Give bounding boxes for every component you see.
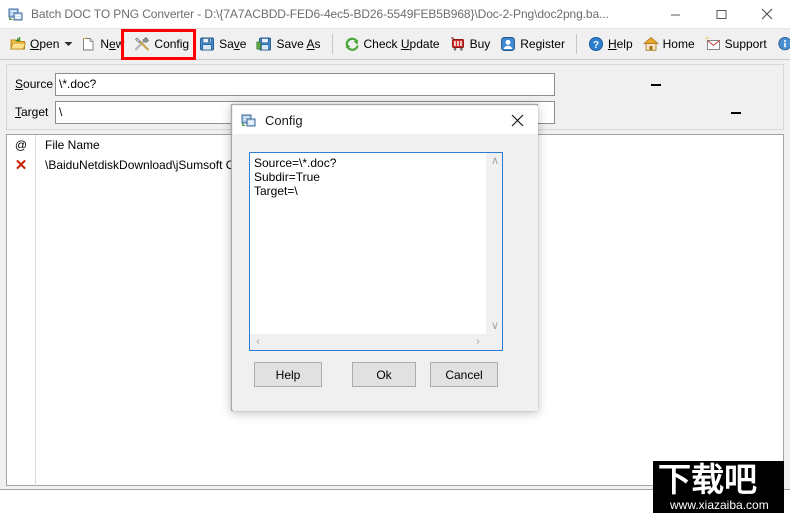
toolbar-button-support[interactable]: Support <box>700 32 772 56</box>
toolbar-label-register: Register <box>520 37 565 51</box>
toolbar-label-buy: Buy <box>469 37 491 51</box>
tools-icon <box>134 36 150 52</box>
toolbar: Open New Config Save Save As Check Updat… <box>0 29 790 60</box>
toolbar-separator-2 <box>575 34 577 54</box>
toolbar-button-save-as[interactable]: Save As <box>251 32 325 56</box>
source-row: Source <box>7 72 555 96</box>
watermark: 下载吧 www.xiazaiba.com <box>653 461 784 513</box>
config-memo-field[interactable]: Source=\*.doc? Subdir=True Target=\ ∧ ∨ … <box>249 152 503 351</box>
app-icon <box>8 6 24 22</box>
refresh-icon <box>344 36 360 52</box>
toolbar-button-config[interactable]: Config <box>129 32 194 56</box>
question-icon: ? <box>588 36 604 52</box>
toolbar-label-open: Open <box>30 37 60 51</box>
new-file-icon <box>80 36 96 52</box>
toolbar-label-config: Config <box>154 37 190 51</box>
mail-icon <box>705 36 721 52</box>
scroll-right-icon[interactable]: › <box>470 334 486 350</box>
list-column-divider <box>35 135 36 487</box>
toolbar-label-check-update: Check Update <box>363 37 440 51</box>
config-dialog-buttons: Help Ok Cancel <box>233 362 538 388</box>
source-label: Source <box>15 77 54 91</box>
memo-horizontal-scrollbar[interactable]: ‹ › <box>250 334 486 350</box>
scroll-left-icon[interactable]: ‹ <box>250 334 266 350</box>
memo-vertical-scrollbar[interactable]: ∧ ∨ <box>486 153 502 334</box>
app-icon <box>241 112 257 128</box>
config-dialog: Config Source=\*.doc? Subdir=True Target… <box>231 104 538 411</box>
toolbar-button-help[interactable]: ? Help <box>583 32 638 56</box>
scrollbar-corner <box>486 334 502 350</box>
toolbar-label-save-as: Save As <box>276 37 321 51</box>
toolbar-label-help: Help <box>607 37 633 51</box>
house-icon <box>642 36 659 52</box>
toolbar-button-check-update[interactable]: Check Update <box>339 32 445 56</box>
target-browse-indicator[interactable] <box>731 112 741 114</box>
config-dialog-title: Config <box>265 112 303 128</box>
target-label: Target <box>15 105 49 119</box>
toolbar-button-save[interactable]: Save <box>194 32 251 56</box>
scroll-down-icon[interactable]: ∨ <box>487 318 503 334</box>
svg-text:?: ? <box>593 40 599 51</box>
config-dialog-titlebar: Config <box>233 106 538 134</box>
toolbar-label-new: New <box>100 37 125 51</box>
key-icon <box>500 36 516 52</box>
toolbar-separator-1 <box>331 34 333 54</box>
toolbar-button-register[interactable]: Register <box>495 32 570 56</box>
app-root: Batch DOC TO PNG Converter - D:\{7A7ACBD… <box>0 0 790 514</box>
config-dialog-close-icon[interactable] <box>496 106 538 134</box>
source-input[interactable] <box>55 72 555 96</box>
floppy-as-icon <box>256 36 272 52</box>
window-controls <box>652 0 790 29</box>
toolbar-button-about[interactable]: About <box>772 32 790 56</box>
config-dialog-body: Source=\*.doc? Subdir=True Target=\ ∧ ∨ … <box>233 134 538 411</box>
open-folder-icon <box>10 36 26 52</box>
help-button[interactable]: Help <box>254 362 322 387</box>
maximize-button[interactable] <box>698 0 744 29</box>
minimize-button[interactable] <box>652 0 698 29</box>
config-memo-text: Source=\*.doc? Subdir=True Target=\ <box>254 156 337 198</box>
info-icon <box>777 36 790 52</box>
row-status-icon: ✕ <box>14 157 28 174</box>
source-browse-indicator[interactable] <box>651 84 661 86</box>
ok-button[interactable]: Ok <box>352 362 416 387</box>
toolbar-button-new[interactable]: New <box>75 32 129 56</box>
scroll-up-icon[interactable]: ∧ <box>487 153 503 169</box>
toolbar-label-support: Support <box>724 37 767 51</box>
watermark-logo-text: 下载吧 <box>658 461 757 499</box>
toolbar-button-home[interactable]: Home <box>638 32 700 56</box>
cancel-button[interactable]: Cancel <box>430 362 498 387</box>
watermark-url: www.xiazaiba.com <box>670 498 769 512</box>
open-dropdown-arrow[interactable] <box>64 32 73 56</box>
window-title: Batch DOC TO PNG Converter - D:\{7A7ACBD… <box>31 7 609 21</box>
titlebar: Batch DOC TO PNG Converter - D:\{7A7ACBD… <box>0 0 790 29</box>
toolbar-button-buy[interactable]: Buy <box>445 32 496 56</box>
column-header-status[interactable]: @ <box>7 135 35 155</box>
toolbar-label-home: Home <box>662 37 695 51</box>
toolbar-button-open[interactable]: Open <box>5 32 64 56</box>
toolbar-label-save: Save <box>219 37 247 51</box>
floppy-icon <box>199 36 215 52</box>
cart-icon <box>450 36 466 52</box>
close-button[interactable] <box>744 0 790 29</box>
